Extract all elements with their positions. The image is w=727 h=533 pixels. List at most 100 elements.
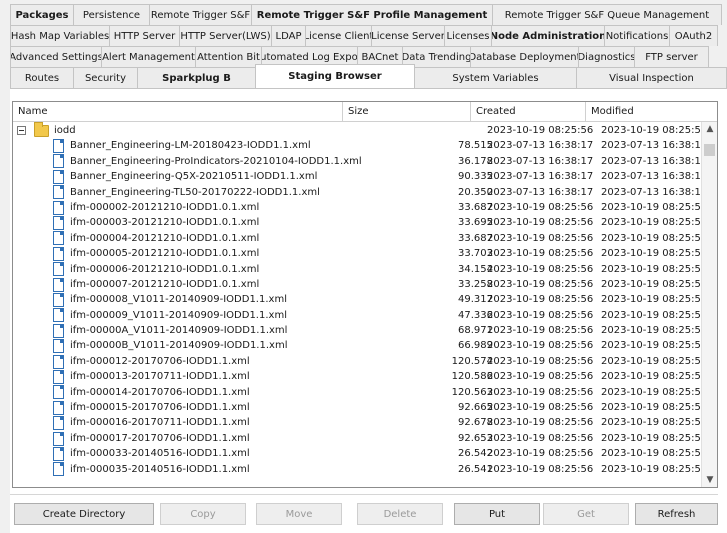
column-header-size[interactable]: Size	[343, 102, 471, 122]
folder-row[interactable]: iodd 2023-10-19 08:25:56 2023-10-19 08:2…	[13, 121, 707, 138]
tab-ldap[interactable]: LDAP	[271, 25, 306, 46]
file-modified: 2023-10-19 08:25:56	[601, 448, 708, 460]
tab-node-administration[interactable]: Node Administration	[491, 25, 605, 46]
move-button[interactable]: Move	[256, 503, 342, 525]
file-size: 49.317	[458, 294, 493, 306]
file-modified: 2023-10-19 08:25:56	[601, 217, 708, 229]
table-row[interactable]: ifm-00000B_V1011-20140909-IODD1.1.xml 66.…	[13, 338, 707, 354]
table-row[interactable]: ifm-000006-20121210-IODD1.0.1.xml 34.154 2…	[13, 262, 707, 277]
table-row[interactable]: Banner_Engineering-ProIndicators-2021010…	[13, 154, 707, 169]
table-row[interactable]: Banner_Engineering-LM-20180423-IODD1.1.x…	[13, 138, 707, 154]
tab-http-server[interactable]: HTTP Server	[109, 25, 180, 46]
file-modified: 2023-10-19 08:25:56	[601, 371, 708, 383]
tab-license-client[interactable]: License Client	[305, 25, 372, 46]
tab-http-server-lws[interactable]: HTTP Server(LWS)	[179, 25, 272, 46]
tab-advanced-settings[interactable]: Advanced Settings	[10, 46, 102, 67]
tab-alert-management[interactable]: Alert Management	[101, 46, 196, 67]
file-created: 2023-07-13 16:38:17	[487, 140, 594, 152]
tab-security[interactable]: Security	[73, 67, 138, 88]
tab-diagnostics[interactable]: Diagnostics	[578, 46, 635, 67]
file-size: 26.542	[458, 448, 493, 460]
tab-licenses[interactable]: Licenses	[444, 25, 492, 46]
table-row[interactable]: Banner_Engineering-TL50-20170222-IODD1.1…	[13, 185, 707, 200]
tab-packages[interactable]: Packages	[10, 4, 74, 25]
file-size: 33.258	[458, 278, 493, 290]
file-modified: 2023-10-19 08:25:56	[601, 294, 708, 306]
table-row[interactable]: ifm-000012-20170706-IODD1.1.xml 120.574 20…	[13, 354, 707, 369]
file-name: ifm-000016-20170711-IODD1.1.xml	[70, 417, 250, 429]
table-row[interactable]: ifm-000003-20121210-IODD1.0.1.xml 33.695 2…	[13, 215, 707, 231]
file-icon	[53, 231, 64, 246]
file-name: ifm-000006-20121210-IODD1.0.1.xml	[70, 263, 260, 275]
file-created: 2023-07-13 16:38:17	[487, 171, 594, 183]
folder-created: 2023-10-19 08:25:56	[487, 125, 594, 136]
tab-hash-map-variables[interactable]: Hash Map Variables	[10, 25, 110, 46]
table-row[interactable]: ifm-000013-20170711-IODD1.1.xml 120.586 20…	[13, 369, 707, 384]
tab-persistence[interactable]: Persistence	[73, 4, 150, 25]
file-size: 33.703	[458, 248, 493, 260]
file-icon	[53, 169, 64, 184]
tab-remote-trigger-s-f[interactable]: Remote Trigger S&F	[149, 4, 252, 25]
scrollbar-thumb[interactable]	[704, 144, 715, 156]
tab-routes[interactable]: Routes	[10, 67, 74, 88]
table-row[interactable]: ifm-000014-20170706-IODD1.1.xml 120.563 20…	[13, 385, 707, 400]
file-created: 2023-10-19 08:25:56	[487, 386, 594, 398]
file-icon	[53, 416, 64, 431]
table-row[interactable]: ifm-000008_V1011-20140909-IODD1.1.xml 49.…	[13, 292, 707, 307]
tab-staging-browser[interactable]: Staging Browser	[255, 64, 415, 88]
tab-system-variables[interactable]: System Variables	[414, 67, 577, 88]
file-icon	[53, 339, 64, 354]
action-buttons: Create Directory Copy Move Delete Put Get Refr…	[14, 503, 718, 526]
table-row[interactable]: ifm-000035-20140516-IODD1.1.xml 26.541 202…	[13, 462, 707, 477]
file-created: 2023-10-19 08:25:56	[487, 201, 594, 213]
file-size: 78.515	[458, 140, 493, 152]
file-created: 2023-10-19 08:25:56	[487, 294, 594, 306]
tab-sparkplug-b[interactable]: Sparkplug B	[137, 67, 256, 88]
tab-ftp-server[interactable]: FTP server	[634, 46, 709, 67]
file-size: 120.586	[451, 371, 493, 383]
table-row[interactable]: ifm-000009_V1011-20140909-IODD1.1.xml 47.…	[13, 308, 707, 323]
file-modified: 2023-10-19 08:25:56	[601, 278, 708, 290]
refresh-button[interactable]: Refresh	[635, 503, 718, 525]
vertical-scrollbar[interactable]: ▲ ▼	[701, 122, 717, 487]
table-row[interactable]: ifm-000004-20121210-IODD1.0.1.xml 33.687 2…	[13, 231, 707, 246]
copy-button[interactable]: Copy	[160, 503, 246, 525]
file-name: ifm-00000A_V1011-20140909-IODD1.1.xml	[70, 325, 288, 337]
tab-notifications[interactable]: Notifications	[604, 25, 670, 46]
table-row[interactable]: ifm-000033-20140516-IODD1.1.xml 26.542 202…	[13, 446, 707, 461]
get-button[interactable]: Get	[543, 503, 629, 525]
tab-visual-inspection[interactable]: Visual Inspection	[576, 67, 727, 88]
tab-remote-trigger-s-f-queue-management[interactable]: Remote Trigger S&F Queue Management	[492, 4, 722, 25]
file-modified: 2023-10-19 08:25:56	[601, 402, 708, 414]
put-button[interactable]: Put	[454, 503, 540, 525]
tab-database-deployment[interactable]: Database Deployment	[470, 46, 579, 67]
table-row[interactable]: ifm-00000A_V1011-20140909-IODD1.1.xml 68.…	[13, 323, 707, 338]
tab-remote-trigger-s-f-profile-management[interactable]: Remote Trigger S&F Profile Management	[251, 4, 493, 25]
file-name: ifm-000005-20121210-IODD1.0.1.xml	[70, 248, 260, 260]
table-row[interactable]: ifm-000005-20121210-IODD1.0.1.xml 33.703 2…	[13, 246, 707, 261]
chevron-up-icon[interactable]: ▲	[702, 122, 717, 136]
file-created: 2023-10-19 08:25:56	[487, 463, 594, 475]
table-row[interactable]: ifm-000002-20121210-IODD1.0.1.xml 33.687 2…	[13, 200, 707, 215]
file-created: 2023-10-19 08:25:56	[487, 217, 594, 229]
tab-oauth2[interactable]: OAuth2	[669, 25, 718, 46]
tab-license-server[interactable]: License Server	[371, 25, 445, 46]
column-header-name[interactable]: Name	[13, 102, 343, 122]
tab-attention-bit[interactable]: Attention Bit	[195, 46, 262, 67]
table-row[interactable]: ifm-000007-20121210-IODD1.0.1.xml 33.258 2…	[13, 277, 707, 292]
file-created: 2023-10-19 08:25:56	[487, 340, 594, 352]
table-row[interactable]: ifm-000016-20170711-IODD1.1.xml 92.678 202…	[13, 415, 707, 431]
delete-button[interactable]: Delete	[357, 503, 443, 525]
column-header-modified[interactable]: Modified	[586, 102, 717, 122]
create-directory-button[interactable]: Create Directory	[14, 503, 154, 525]
collapse-icon[interactable]	[17, 126, 26, 136]
file-name: Banner_Engineering-LM-20180423-IODD1.1.x…	[70, 140, 311, 152]
file-tree-table: Name Size Created Modified iodd 2023-10-…	[12, 101, 718, 488]
file-icon	[53, 139, 64, 154]
table-row[interactable]: Banner_Engineering-Q5X-20210511-IODD1.1.…	[13, 169, 707, 184]
table-row[interactable]: ifm-000015-20170706-IODD1.1.xml 92.665 202…	[13, 400, 707, 415]
table-row[interactable]: ifm-000017-20170706-IODD1.1.xml 92.653 202…	[13, 431, 707, 446]
chevron-down-icon[interactable]: ▼	[702, 473, 717, 487]
column-header-created[interactable]: Created	[471, 102, 586, 122]
file-modified: 2023-07-13 16:38:17	[601, 140, 708, 152]
